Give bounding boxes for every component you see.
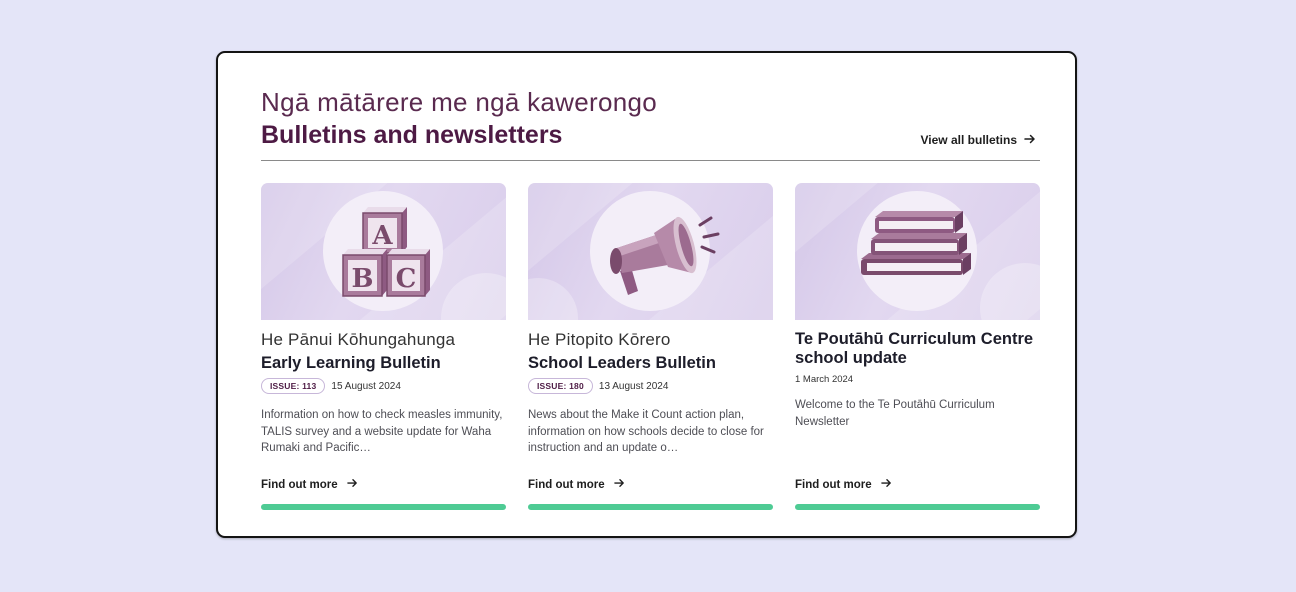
card-accent-bar (795, 504, 1040, 510)
issue-badge: ISSUE: 180 (528, 378, 593, 394)
card-image: A B C (261, 183, 506, 320)
card-date: 15 August 2024 (331, 380, 401, 392)
books-stack-icon (861, 211, 971, 275)
arrow-right-icon (880, 478, 892, 491)
bulletin-card-curriculum-update: Te Poutāhū Curriculum Centre school upda… (795, 183, 1040, 510)
card-title[interactable]: Te Poutāhū Curriculum Centre school upda… (795, 330, 1035, 368)
find-out-more-label: Find out more (795, 478, 872, 491)
section-title-maori: Ngā mātārere me ngā kawerongo (261, 87, 658, 117)
megaphone-icon (610, 216, 720, 295)
view-all-bulletins-link[interactable]: View all bulletins (921, 133, 1036, 147)
card-accent-bar (528, 504, 773, 510)
view-all-label: View all bulletins (920, 133, 1017, 147)
svg-text:A: A (371, 221, 393, 251)
abc-blocks-icon: A B C (342, 207, 430, 297)
card-meta: 1 March 2024 (795, 374, 853, 385)
arrow-right-icon (346, 478, 358, 491)
card-description: News about the Make it Count action plan… (528, 409, 764, 454)
card-description: Welcome to the Te Poutāhū Curriculum New… (795, 399, 995, 428)
find-out-more-link[interactable]: Find out more (528, 478, 625, 491)
find-out-more-label: Find out more (528, 478, 605, 491)
header-divider (261, 160, 1040, 161)
card-title[interactable]: Early Learning Bulletin (261, 354, 501, 373)
card-title[interactable]: School Leaders Bulletin (528, 354, 768, 373)
find-out-more-link[interactable]: Find out more (261, 478, 358, 491)
card-description: Information on how to check measles immu… (261, 409, 503, 454)
card-date: 13 August 2024 (598, 380, 669, 392)
card-image (528, 183, 773, 320)
issue-badge: ISSUE: 113 (261, 378, 326, 394)
find-out-more-link[interactable]: Find out more (795, 478, 892, 491)
card-accent-bar (261, 504, 506, 510)
find-out-more-label: Find out more (261, 478, 338, 491)
card-image (795, 183, 1040, 320)
svg-text:B: B (352, 264, 374, 294)
section-title: Bulletins and newsletters (261, 121, 563, 149)
bulletins-panel: Ngā mātārere me ngā kawerongo Bulletins … (216, 51, 1077, 538)
arrow-right-icon (1024, 133, 1036, 147)
card-date: 1 March 2024 (795, 374, 854, 385)
card-subtitle: He Pānui Kōhungahunga (261, 330, 456, 349)
card-subtitle: He Pitopito Kōrero (528, 330, 671, 349)
card-meta: ISSUE: 113 15 August 2024 (261, 378, 401, 394)
bulletin-card-early-learning: A B C He Pānui Kōhungahunga Early Learni… (261, 183, 506, 510)
card-meta: ISSUE: 180 13 August 2024 (528, 378, 668, 394)
svg-text:C: C (396, 264, 417, 294)
bulletin-card-school-leaders: He Pitopito Kōrero School Leaders Bullet… (528, 183, 773, 510)
arrow-right-icon (613, 478, 625, 491)
